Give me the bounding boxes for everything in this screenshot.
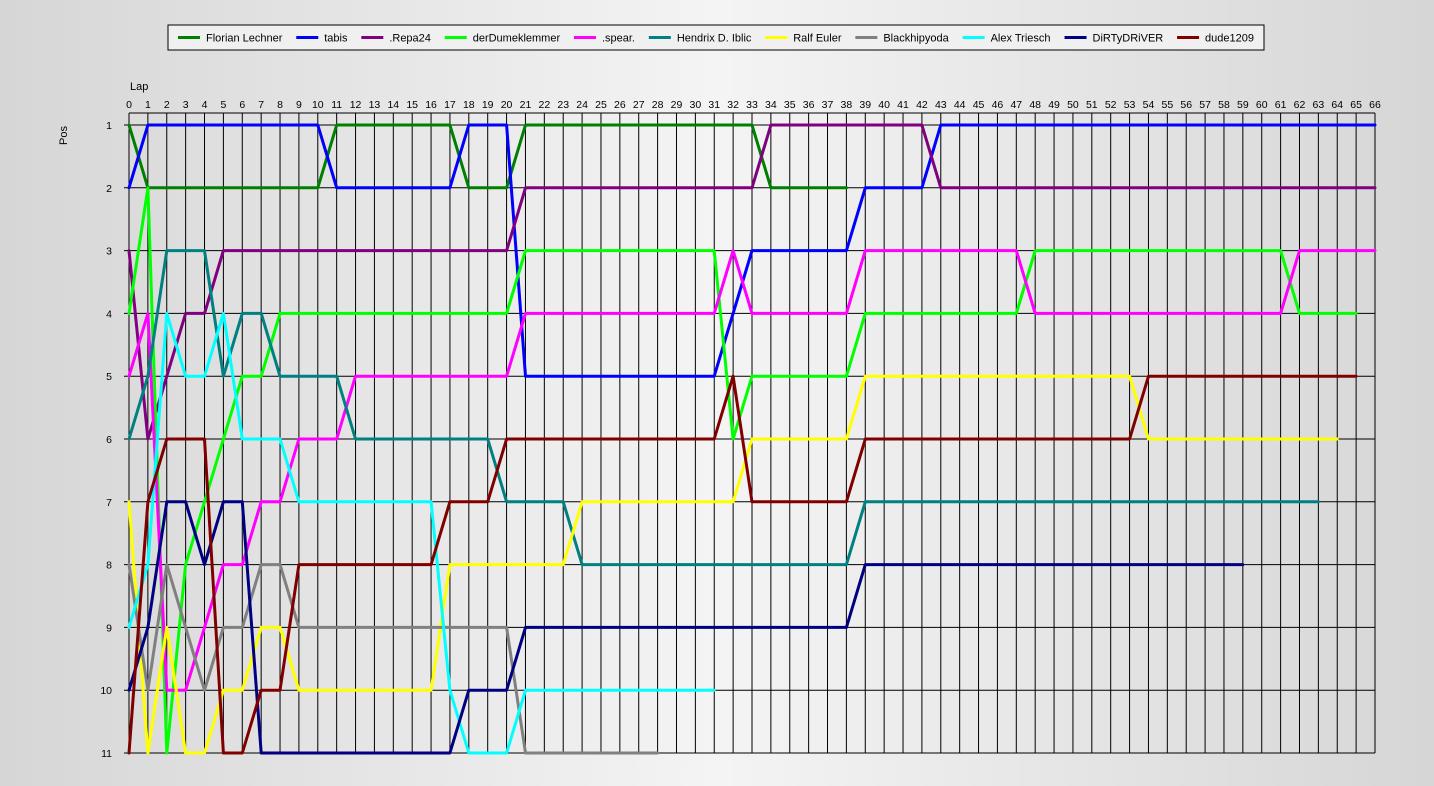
- y-tick-label: 5: [106, 371, 112, 383]
- x-tick-label: 19: [482, 99, 494, 111]
- x-tick-label: 38: [841, 99, 853, 111]
- x-tick-label: 51: [1086, 99, 1098, 111]
- x-tick-label: 40: [878, 99, 890, 111]
- legend-label: Alex Triesch: [991, 33, 1051, 45]
- x-tick-label: 41: [897, 99, 909, 111]
- x-tick-label: 23: [557, 99, 569, 111]
- x-tick-label: 57: [1199, 99, 1211, 111]
- x-tick-label: 21: [520, 99, 532, 111]
- x-tick-label: 52: [1105, 99, 1117, 111]
- x-tick-label: 58: [1218, 99, 1230, 111]
- x-tick-label: 37: [822, 99, 834, 111]
- y-tick-label: 7: [106, 497, 112, 509]
- legend-label: Hendrix D. Iblic: [677, 33, 752, 45]
- legend-label: Ralf Euler: [793, 33, 842, 45]
- x-tick-label: 31: [708, 99, 720, 111]
- x-tick-label: 56: [1180, 99, 1192, 111]
- y-tick-label: 9: [106, 622, 112, 634]
- x-tick-label: 50: [1067, 99, 1079, 111]
- x-tick-label: 42: [916, 99, 928, 111]
- x-tick-label: 20: [501, 99, 513, 111]
- legend-label: tabis: [324, 33, 348, 45]
- legend-label: DiRTyDRiVER: [1093, 33, 1164, 45]
- x-tick-label: 6: [239, 99, 245, 111]
- x-tick-label: 22: [538, 99, 550, 111]
- legend-label: .spear.: [602, 33, 635, 45]
- x-tick-label: 29: [671, 99, 683, 111]
- x-tick-label: 65: [1350, 99, 1362, 111]
- x-tick-label: 25: [595, 99, 607, 111]
- x-axis-title: Lap: [130, 81, 148, 93]
- legend-label: .Repa24: [389, 33, 431, 45]
- x-tick-label: 13: [369, 99, 381, 111]
- x-tick-label: 53: [1124, 99, 1136, 111]
- x-tick-label: 14: [387, 99, 399, 111]
- x-tick-label: 43: [935, 99, 947, 111]
- x-tick-label: 47: [1010, 99, 1022, 111]
- x-tick-label: 33: [746, 99, 758, 111]
- x-tick-label: 54: [1143, 99, 1155, 111]
- x-tick-label: 64: [1331, 99, 1343, 111]
- x-tick-label: 4: [202, 99, 208, 111]
- x-tick-label: 66: [1369, 99, 1381, 111]
- legend-label: Florian Lechner: [206, 33, 283, 45]
- x-tick-label: 63: [1313, 99, 1325, 111]
- x-tick-label: 9: [296, 99, 302, 111]
- x-tick-label: 49: [1048, 99, 1060, 111]
- x-tick-label: 17: [444, 99, 456, 111]
- position-chart: Florian Lechner tabis .Repa24 derDumeklemme…: [58, 24, 1381, 760]
- x-tick-label: 8: [277, 99, 283, 111]
- x-tick-label: 45: [973, 99, 985, 111]
- x-tick-label: 34: [765, 99, 777, 111]
- y-tick-label: 8: [106, 560, 112, 572]
- y-tick-label: 11: [101, 748, 112, 760]
- x-tick-label: 16: [425, 99, 437, 111]
- x-tick-label: 0: [126, 99, 132, 111]
- y-tick-label: 1: [106, 120, 112, 132]
- legend: Florian Lechner tabis .Repa24 derDumeklemme…: [167, 24, 1265, 51]
- y-axis-ticks: 1 2 3 4 5 6 7 8 9 10 11: [100, 120, 112, 760]
- x-tick-label: 24: [576, 99, 588, 111]
- y-tick-label: 3: [106, 246, 112, 258]
- y-axis-title: Pos: [58, 126, 70, 145]
- x-tick-label: 26: [614, 99, 626, 111]
- x-tick-label: 36: [803, 99, 815, 111]
- series-line-9: [127, 311, 716, 755]
- x-tick-label: 3: [183, 99, 189, 111]
- y-tick-label: 6: [106, 434, 112, 446]
- legend-label: dude1209: [1205, 33, 1254, 45]
- x-tick-label: 30: [690, 99, 702, 111]
- x-tick-label: 1: [145, 99, 151, 111]
- x-tick-label: 28: [652, 99, 664, 111]
- x-axis-ticks: 0 1 2 3 4 5 6 7 8 9 10 11 12 13 14 15 16 17 18 19 20 21 22 23 24…: [126, 99, 1381, 111]
- x-tick-label: 15: [406, 99, 418, 111]
- x-tick-label: 44: [954, 99, 966, 111]
- x-tick-label: 10: [312, 99, 324, 111]
- legend-label: derDumeklemmer: [473, 33, 561, 45]
- chart-grid: [124, 112, 1376, 754]
- x-tick-label: 61: [1275, 99, 1287, 111]
- y-tick-label: 10: [100, 685, 112, 697]
- x-tick-label: 35: [784, 99, 796, 111]
- x-tick-label: 27: [633, 99, 645, 111]
- x-tick-label: 32: [727, 99, 739, 111]
- x-tick-label: 48: [1029, 99, 1041, 111]
- x-tick-label: 59: [1237, 99, 1249, 111]
- x-tick-label: 46: [992, 99, 1004, 111]
- x-tick-label: 11: [331, 99, 342, 111]
- x-tick-label: 18: [463, 99, 475, 111]
- x-tick-label: 55: [1161, 99, 1173, 111]
- y-tick-label: 2: [106, 183, 112, 195]
- x-tick-label: 39: [859, 99, 871, 111]
- x-tick-label: 62: [1294, 99, 1306, 111]
- y-tick-label: 4: [106, 308, 112, 320]
- x-tick-label: 60: [1256, 99, 1268, 111]
- x-tick-label: 7: [258, 99, 264, 111]
- x-tick-label: 5: [220, 99, 226, 111]
- x-tick-label: 12: [350, 99, 362, 111]
- legend-label: Blackhipyoda: [883, 33, 949, 45]
- x-tick-label: 2: [164, 99, 170, 111]
